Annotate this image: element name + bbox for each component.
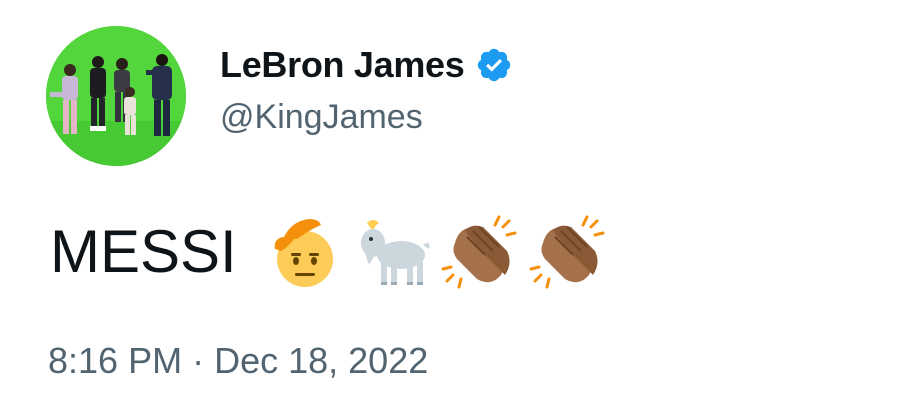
tweet-timestamp[interactable]: 8:16 PM · Dec 18, 2022 [48, 340, 428, 382]
goat-icon [349, 209, 433, 293]
avatar-image [46, 26, 186, 166]
tweet-time: 8:16 PM [48, 340, 183, 381]
tweet-date: Dec 18, 2022 [214, 340, 429, 381]
tweet-body: MESSI [50, 206, 613, 296]
timestamp-separator: · [192, 340, 205, 381]
clapping-hands-icon [525, 209, 609, 293]
tweet-text: MESSI [50, 217, 237, 285]
avatar[interactable] [46, 26, 186, 166]
author-handle[interactable]: @KingJames [220, 98, 513, 137]
clapping-hands-icon [437, 209, 521, 293]
verified-badge-icon [475, 46, 513, 84]
author-display-name[interactable]: LeBron James [220, 44, 465, 86]
tweet-card: LeBron James @KingJames MESSI 8:16 PM · … [0, 0, 921, 415]
name-row: LeBron James [220, 40, 513, 90]
saluting-face-icon [261, 209, 345, 293]
tweet-author: LeBron James @KingJames [220, 40, 513, 137]
